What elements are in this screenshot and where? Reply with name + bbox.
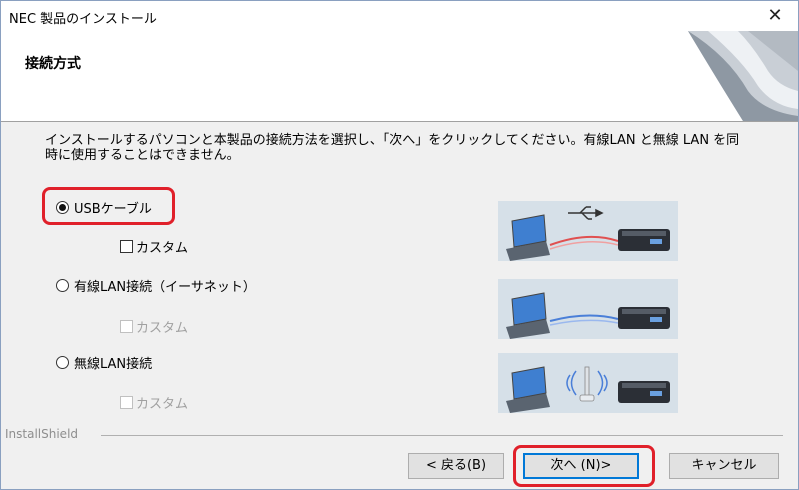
next-highlight-box	[513, 445, 655, 487]
page-curl-art-icon	[688, 31, 798, 121]
footer-divider	[101, 435, 783, 436]
checkbox-wireless-custom-label: カスタム	[136, 397, 189, 412]
radio-wired-lan-label: 有線LAN接続（イーサネット）	[74, 280, 256, 295]
radio-usb-indicator[interactable]	[56, 201, 69, 214]
window-title: NEC 製品のインストール	[9, 12, 157, 27]
checkbox-usb-custom[interactable]: カスタム	[120, 237, 188, 256]
checkbox-wired-custom-label: カスタム	[136, 321, 189, 336]
checkbox-usb-custom-box[interactable]	[120, 240, 133, 253]
installer-window: NEC 製品のインストール ✕ 接続方式 インストールするパソコンと本製品の接続…	[0, 0, 799, 490]
usb-connection-illustration	[498, 201, 678, 261]
header-panel: 接続方式	[1, 31, 798, 122]
close-icon[interactable]: ✕	[752, 1, 798, 31]
wired-lan-connection-illustration	[498, 279, 678, 339]
checkbox-usb-custom-label: カスタム	[136, 241, 189, 256]
radio-usb-label: USBケーブル	[74, 202, 152, 217]
installshield-label: InstallShield	[5, 427, 79, 441]
title-bar: NEC 製品のインストール ✕	[1, 1, 798, 31]
radio-wireless-lan[interactable]: 無線LAN接続	[56, 353, 152, 372]
checkbox-wireless-custom-box	[120, 396, 133, 409]
checkbox-wired-custom: カスタム	[120, 317, 188, 336]
cancel-button[interactable]: キャンセル	[669, 453, 779, 479]
checkbox-wireless-custom: カスタム	[120, 393, 188, 412]
radio-wireless-lan-indicator[interactable]	[56, 356, 69, 369]
radio-wired-lan-indicator[interactable]	[56, 279, 69, 292]
radio-wireless-lan-label: 無線LAN接続	[74, 357, 153, 372]
radio-usb[interactable]: USBケーブル	[56, 198, 152, 217]
page-title: 接続方式	[25, 56, 81, 72]
back-button[interactable]: < 戻る(B)	[408, 453, 504, 479]
wireless-lan-connection-illustration	[498, 353, 678, 413]
checkbox-wired-custom-box	[120, 320, 133, 333]
radio-wired-lan[interactable]: 有線LAN接続（イーサネット）	[56, 276, 256, 295]
instruction-text: インストールするパソコンと本製品の接続方法を選択し、「次へ」をクリックしてくださ…	[45, 133, 740, 163]
